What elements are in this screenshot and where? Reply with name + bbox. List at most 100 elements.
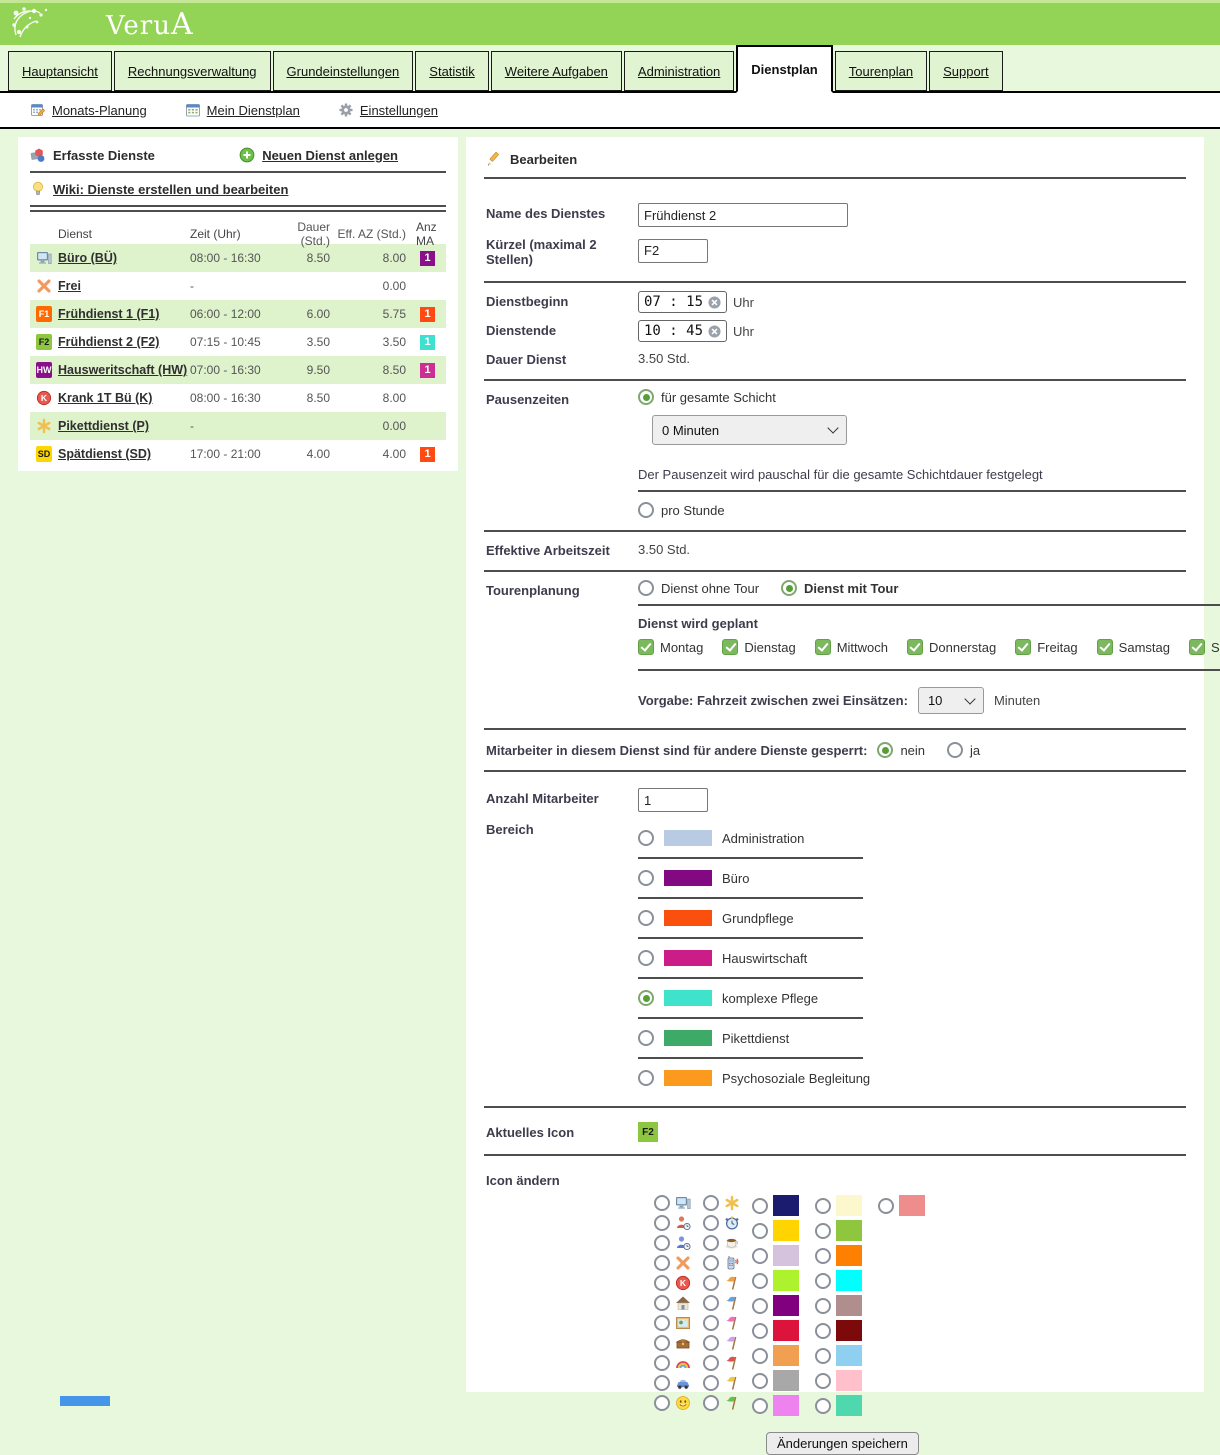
bereich-option-buero[interactable]: Büro: [638, 866, 1186, 890]
color-option[interactable]: [878, 1195, 925, 1216]
color-option[interactable]: [752, 1370, 799, 1391]
icon-option[interactable]: [654, 1255, 691, 1271]
color-option[interactable]: [815, 1270, 862, 1291]
service-link[interactable]: Spätdienst (SD): [58, 447, 151, 461]
service-letter-icon: SD: [36, 446, 52, 462]
table-row: F1 Frühdienst 1 (F1) 06:00 - 12:00 6.00 …: [30, 300, 446, 328]
color-option[interactable]: [752, 1295, 799, 1316]
radio-gesamte-schicht[interactable]: [638, 389, 654, 405]
name-input[interactable]: [638, 203, 848, 227]
color-option[interactable]: [815, 1370, 862, 1391]
radio-dienst-mit-tour[interactable]: [781, 580, 797, 596]
new-service-link[interactable]: Neuen Dienst anlegen: [239, 147, 398, 163]
color-option[interactable]: [752, 1195, 799, 1216]
radio-gesperrt-nein[interactable]: [877, 742, 893, 758]
bereich-option-hauswirtschaft[interactable]: Hauswirtschaft: [638, 946, 1186, 970]
icon-option[interactable]: [654, 1395, 691, 1411]
color-option[interactable]: [752, 1345, 799, 1366]
clear-icon[interactable]: [708, 325, 721, 338]
color-option[interactable]: [752, 1320, 799, 1341]
services-table: Dienst Zeit (Uhr) Dauer (Std.) Eff. AZ (…: [30, 220, 446, 468]
tab-statistik[interactable]: Statistik: [415, 51, 489, 91]
checkbox-sonntag[interactable]: Sonntag: [1189, 639, 1220, 655]
service-link[interactable]: Frühdienst 1 (F1): [58, 307, 159, 321]
checkbox-samstag[interactable]: Samstag: [1097, 639, 1170, 655]
service-link[interactable]: Krank 1T Bü (K): [58, 391, 152, 405]
radio-gesperrt-ja[interactable]: [947, 742, 963, 758]
tab-rechnungsverwaltung[interactable]: Rechnungsverwaltung: [114, 51, 271, 91]
icon-option[interactable]: [654, 1295, 691, 1311]
tab-hauptansicht[interactable]: Hauptansicht: [8, 51, 112, 91]
bereich-option-psychosoziale-begleitung[interactable]: Psychosoziale Begleitung: [638, 1066, 1186, 1090]
bereich-option-komplexe-pflege[interactable]: komplexe Pflege: [638, 986, 1186, 1010]
wiki-link[interactable]: Wiki: Dienste erstellen und bearbeiten: [30, 181, 446, 197]
kuerzel-input[interactable]: [638, 239, 708, 263]
color-option[interactable]: [752, 1245, 799, 1266]
checkbox-donnerstag[interactable]: Donnerstag: [907, 639, 996, 655]
radio-icon: [638, 870, 654, 886]
checkbox-dienstag[interactable]: Dienstag: [722, 639, 795, 655]
icon-option[interactable]: [703, 1195, 740, 1211]
color-option[interactable]: [815, 1345, 862, 1366]
radio-icon: [654, 1375, 670, 1391]
color-option[interactable]: [815, 1220, 862, 1241]
color-option[interactable]: [752, 1270, 799, 1291]
icon-option[interactable]: [654, 1315, 691, 1331]
checkbox-freitag[interactable]: Freitag: [1015, 639, 1077, 655]
radio-dienst-ohne-tour[interactable]: [638, 580, 654, 596]
icon-option[interactable]: [703, 1275, 740, 1291]
tab-weitere-aufgaben[interactable]: Weitere Aufgaben: [491, 51, 622, 91]
icon-option[interactable]: [654, 1375, 691, 1391]
tab-administration[interactable]: Administration: [624, 51, 734, 91]
icon-option[interactable]: K: [654, 1275, 691, 1291]
service-link[interactable]: Frei: [58, 279, 81, 293]
anzahl-input[interactable]: [638, 788, 708, 812]
service-link[interactable]: Pikettdienst (P): [58, 419, 149, 433]
dienstende-input[interactable]: 10 : 45: [638, 320, 727, 342]
icon-option[interactable]: [703, 1215, 740, 1231]
tab-dienstplan[interactable]: Dienstplan: [736, 45, 832, 93]
icon-option[interactable]: [703, 1375, 740, 1391]
clear-icon[interactable]: [708, 296, 721, 309]
color-option[interactable]: [815, 1245, 862, 1266]
icon-option[interactable]: [654, 1235, 691, 1251]
icon-option[interactable]: [703, 1335, 740, 1351]
radio-icon: [638, 1070, 654, 1086]
icon-option[interactable]: [654, 1215, 691, 1231]
tab-tourenplan[interactable]: Tourenplan: [835, 51, 927, 91]
icon-option[interactable]: [703, 1295, 740, 1311]
icon-option[interactable]: [654, 1355, 691, 1371]
service-link[interactable]: Frühdienst 2 (F2): [58, 335, 159, 349]
color-option[interactable]: [815, 1195, 862, 1216]
dienstbeginn-input[interactable]: 07 : 15: [638, 291, 727, 313]
checkbox-mittwoch[interactable]: Mittwoch: [815, 639, 888, 655]
save-button[interactable]: Änderungen speichern: [766, 1432, 919, 1455]
color-option[interactable]: [752, 1220, 799, 1241]
tab-support[interactable]: Support: [929, 51, 1003, 91]
checkbox-montag[interactable]: Montag: [638, 639, 703, 655]
fahrzeit-select[interactable]: 10: [918, 687, 984, 714]
color-option[interactable]: [815, 1320, 862, 1341]
icon-option[interactable]: [703, 1255, 740, 1271]
icon-option[interactable]: [654, 1195, 691, 1211]
bereich-option-administration[interactable]: Administration: [638, 826, 1186, 850]
icon-option[interactable]: [654, 1335, 691, 1351]
color-option[interactable]: [815, 1295, 862, 1316]
pausen-select[interactable]: 0 Minuten: [652, 415, 847, 445]
bereich-option-pikettdienst[interactable]: Pikettdienst: [638, 1026, 1186, 1050]
subnav-monats-planung[interactable]: Monats-Planung: [30, 102, 147, 118]
service-link[interactable]: Büro (BÜ): [58, 251, 117, 265]
color-swatch: [773, 1245, 799, 1266]
service-link[interactable]: Hausweritschaft (HW): [58, 363, 187, 377]
subnav-einstellungen[interactable]: Einstellungen: [338, 102, 438, 118]
geplant-label: Dienst wird geplant: [638, 616, 1220, 631]
subnav-mein-dienstplan[interactable]: Mein Dienstplan: [185, 102, 300, 118]
dienstende-label: Dienstende: [486, 320, 638, 338]
icon-option[interactable]: [703, 1355, 740, 1371]
icon-option[interactable]: [703, 1315, 740, 1331]
radio-pro-stunde[interactable]: [638, 502, 654, 518]
icon-option[interactable]: [703, 1235, 740, 1251]
bereich-option-grundpflege[interactable]: Grundpflege: [638, 906, 1186, 930]
tab-grundeinstellungen[interactable]: Grundeinstellungen: [273, 51, 414, 91]
icon-option[interactable]: [703, 1395, 740, 1411]
